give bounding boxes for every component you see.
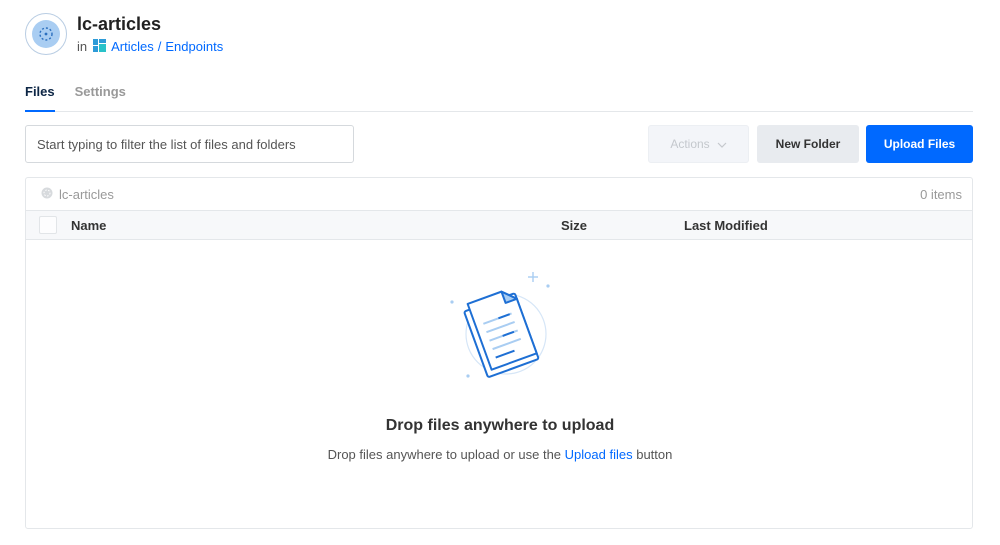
files-illustration-icon <box>438 264 562 393</box>
column-last-modified[interactable]: Last Modified <box>684 218 768 233</box>
panel-header: lc-articles 0 items <box>26 178 972 211</box>
bucket-small-icon <box>41 187 53 202</box>
upload-files-link[interactable]: Upload files <box>565 447 633 462</box>
empty-state-title: Drop files anywhere to upload <box>385 417 615 434</box>
project-icon <box>93 38 107 55</box>
table-header: Name Size Last Modified <box>26 211 972 240</box>
empty-state-subtitle: Drop files anywhere to upload or use the… <box>0 447 1000 462</box>
page-title: lc-articles <box>77 13 162 34</box>
breadcrumb-section-link[interactable]: Endpoints <box>165 39 223 54</box>
tab-bar: Files Settings <box>25 82 973 112</box>
new-folder-button[interactable]: New Folder <box>757 125 859 163</box>
breadcrumb-separator: / <box>157 39 162 54</box>
upload-files-button[interactable]: Upload Files <box>866 125 973 163</box>
chevron-down-icon <box>717 137 727 151</box>
breadcrumb-in-label: in <box>77 39 88 54</box>
tab-settings[interactable]: Settings <box>75 82 126 112</box>
empty-state-text-end: button <box>636 447 673 462</box>
filter-input[interactable] <box>25 125 354 163</box>
column-name[interactable]: Name <box>71 218 106 233</box>
tab-files[interactable]: Files <box>25 82 55 112</box>
breadcrumb-project-link[interactable]: Articles <box>111 39 154 54</box>
empty-state-text: Drop files anywhere to upload or use the <box>327 447 562 462</box>
actions-dropdown[interactable]: Actions <box>648 125 749 163</box>
select-all-checkbox[interactable] <box>39 216 57 234</box>
item-count: 0 items <box>920 186 962 202</box>
actions-label: Actions <box>670 137 710 151</box>
page-header: lc-articles in Articles / Endpoints <box>25 12 223 56</box>
bucket-icon <box>25 13 67 55</box>
breadcrumb: in Articles / Endpoints <box>77 38 223 55</box>
panel-bucket-name: lc-articles <box>59 186 114 202</box>
column-size[interactable]: Size <box>561 218 587 233</box>
